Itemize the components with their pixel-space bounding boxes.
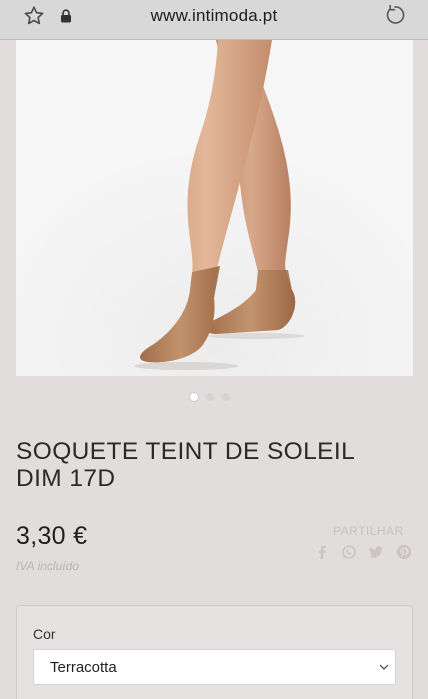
gallery-pagination (0, 392, 428, 402)
product-title: SOQUETE TEINT DE SOLEIL DIM 17D (16, 438, 355, 492)
pinterest-icon[interactable] (396, 544, 412, 560)
gallery-dot-active[interactable] (190, 393, 198, 401)
color-label: Cor (33, 626, 56, 642)
share-label: PARTILHAR (333, 524, 404, 538)
gallery-dot[interactable] (222, 393, 230, 401)
reload-icon[interactable] (384, 4, 406, 26)
product-image[interactable] (16, 40, 413, 376)
color-select-value: Terracotta (50, 659, 117, 676)
whatsapp-icon[interactable] (341, 544, 357, 560)
browser-address-bar: www.intimoda.pt (0, 0, 428, 40)
vat-note: IVA incluído (16, 559, 79, 573)
share-buttons (312, 544, 416, 562)
twitter-icon[interactable] (368, 544, 384, 560)
product-price: 3,30 € (16, 522, 88, 550)
color-select[interactable]: Terracotta (33, 649, 396, 685)
gallery-dot[interactable] (206, 393, 214, 401)
chevron-down-icon (379, 664, 389, 670)
url-field[interactable]: www.intimoda.pt (0, 6, 428, 26)
legs-illustration (16, 40, 413, 376)
product-options-card: Cor Terracotta (16, 605, 413, 699)
facebook-icon[interactable] (314, 544, 330, 560)
